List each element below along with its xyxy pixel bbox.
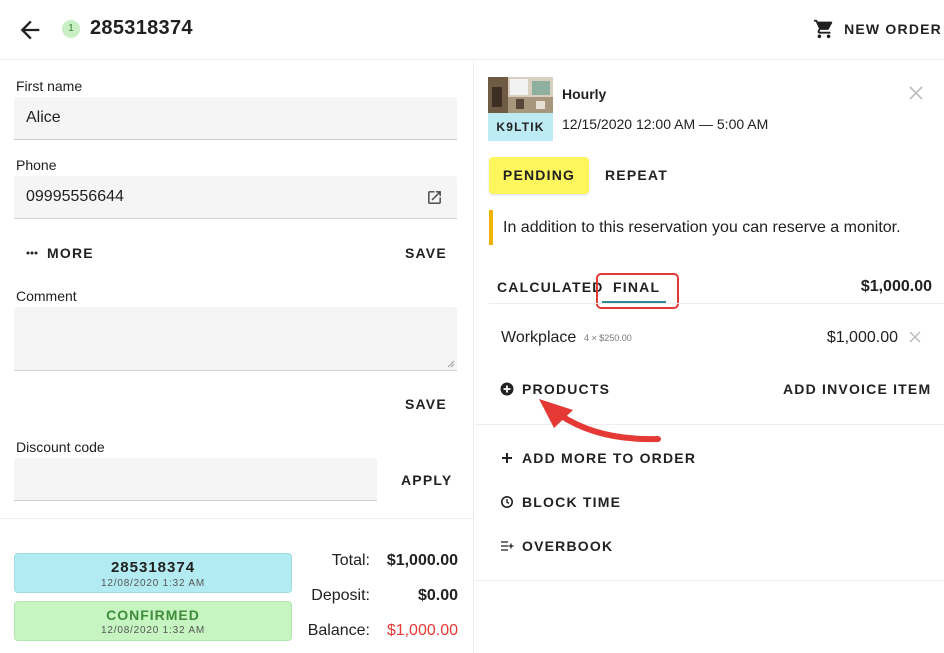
overbook-button[interactable]: OVERBOOK bbox=[500, 537, 613, 555]
arrow-left-icon[interactable] bbox=[16, 16, 44, 44]
total-value: $1,000.00 bbox=[386, 552, 458, 569]
external-link-icon[interactable] bbox=[426, 189, 443, 206]
reservation-code: K9LTIK bbox=[488, 113, 553, 141]
deposit-row: Deposit: $0.00 bbox=[300, 587, 458, 607]
more-label: MORE bbox=[47, 245, 94, 261]
new-order-label: NEW ORDER bbox=[844, 21, 942, 37]
add-invoice-item-button[interactable]: ADD INVOICE ITEM bbox=[783, 380, 931, 398]
section-divider bbox=[0, 518, 474, 519]
plus-circle-icon bbox=[500, 382, 514, 396]
annotation-arrow bbox=[539, 399, 661, 443]
phone-field[interactable] bbox=[14, 176, 457, 219]
add-invoice-item-label: ADD INVOICE ITEM bbox=[783, 381, 932, 397]
first-name-field[interactable] bbox=[14, 97, 457, 140]
reservation-panel: K9LTIK Hourly 12/15/2020 12:00 AM — 5:00… bbox=[475, 61, 944, 653]
order-status-card: 285318374 12/08/2020 1:32 AM bbox=[14, 553, 292, 593]
order-card-date: 12/08/2020 1:32 AM bbox=[101, 578, 205, 589]
customer-panel: First name Phone MORE SAVE Comment SAVE … bbox=[0, 61, 474, 653]
reservation-time: 12/15/2020 12:00 AM — 5:00 AM bbox=[562, 116, 769, 132]
save-comment-button[interactable]: SAVE bbox=[405, 396, 447, 412]
phone-label: Phone bbox=[16, 157, 57, 173]
pending-button[interactable]: PENDING bbox=[489, 157, 589, 194]
overbook-icon bbox=[501, 541, 514, 551]
new-order-button[interactable]: NEW ORDER bbox=[812, 18, 942, 40]
line-item-amount: $1,000.00 bbox=[826, 329, 898, 346]
line-item-qty: 4 × $250.00 bbox=[584, 333, 632, 343]
tab-final[interactable]: FINAL bbox=[613, 279, 660, 295]
block-time-button[interactable]: BLOCK TIME bbox=[500, 493, 621, 511]
add-more-to-order-button[interactable]: ADD MORE TO ORDER bbox=[500, 449, 696, 467]
discount-code-field[interactable] bbox=[14, 458, 377, 501]
block-time-label: BLOCK TIME bbox=[522, 494, 622, 510]
apply-discount-button[interactable]: APPLY bbox=[401, 472, 452, 488]
repeat-button[interactable]: REPEAT bbox=[605, 167, 668, 183]
plus-icon bbox=[502, 453, 512, 463]
total-label: Total: bbox=[331, 552, 370, 569]
more-button[interactable]: MORE bbox=[26, 245, 94, 261]
page-title: 285318374 bbox=[90, 17, 193, 39]
total-row: Total: $1,000.00 bbox=[300, 552, 458, 572]
resize-handle-icon[interactable] bbox=[447, 360, 455, 368]
deposit-label: Deposit: bbox=[311, 587, 370, 604]
notice-text: In addition to this reservation you can … bbox=[503, 219, 901, 236]
remove-line-item-icon[interactable] bbox=[908, 330, 922, 344]
line-item-name: Workplace bbox=[501, 329, 577, 346]
order-count-badge: 1 bbox=[62, 20, 80, 38]
balance-label: Balance: bbox=[307, 622, 370, 639]
deposit-value: $0.00 bbox=[417, 587, 458, 604]
section-divider bbox=[475, 580, 944, 581]
order-card-title: 285318374 bbox=[110, 559, 196, 576]
cart-icon bbox=[813, 19, 833, 39]
tabs-divider bbox=[489, 303, 944, 304]
pricing-total: $1,000.00 bbox=[860, 278, 932, 295]
save-customer-button[interactable]: SAVE bbox=[405, 245, 447, 261]
order-header: 1 285318374 NEW ORDER bbox=[0, 0, 944, 60]
phone-input[interactable] bbox=[14, 176, 414, 218]
confirmed-date: 12/08/2020 1:32 AM bbox=[101, 625, 205, 636]
overbook-label: OVERBOOK bbox=[522, 538, 614, 554]
clock-icon bbox=[501, 496, 513, 508]
first-name-input[interactable] bbox=[14, 97, 457, 139]
confirmed-title: CONFIRMED bbox=[106, 607, 200, 623]
discount-code-label: Discount code bbox=[16, 439, 105, 455]
resource-thumbnail[interactable]: K9LTIK bbox=[488, 77, 553, 141]
reservation-type: Hourly bbox=[562, 86, 607, 102]
balance-value: $1,000.00 bbox=[386, 622, 458, 639]
balance-row: Balance: $1,000.00 bbox=[300, 622, 458, 642]
tab-calculated[interactable]: CALCULATED bbox=[497, 279, 604, 295]
comment-field[interactable] bbox=[14, 307, 457, 371]
more-dots-icon bbox=[26, 251, 38, 255]
close-icon[interactable] bbox=[908, 85, 924, 101]
add-more-label: ADD MORE TO ORDER bbox=[522, 450, 697, 466]
reservation-notice: In addition to this reservation you can … bbox=[489, 210, 929, 245]
comment-label: Comment bbox=[16, 288, 77, 304]
discount-code-input[interactable] bbox=[14, 458, 377, 500]
first-name-label: First name bbox=[16, 78, 83, 94]
workspace-photo bbox=[488, 77, 553, 113]
confirmed-status-card: CONFIRMED 12/08/2020 1:32 AM bbox=[14, 601, 292, 641]
